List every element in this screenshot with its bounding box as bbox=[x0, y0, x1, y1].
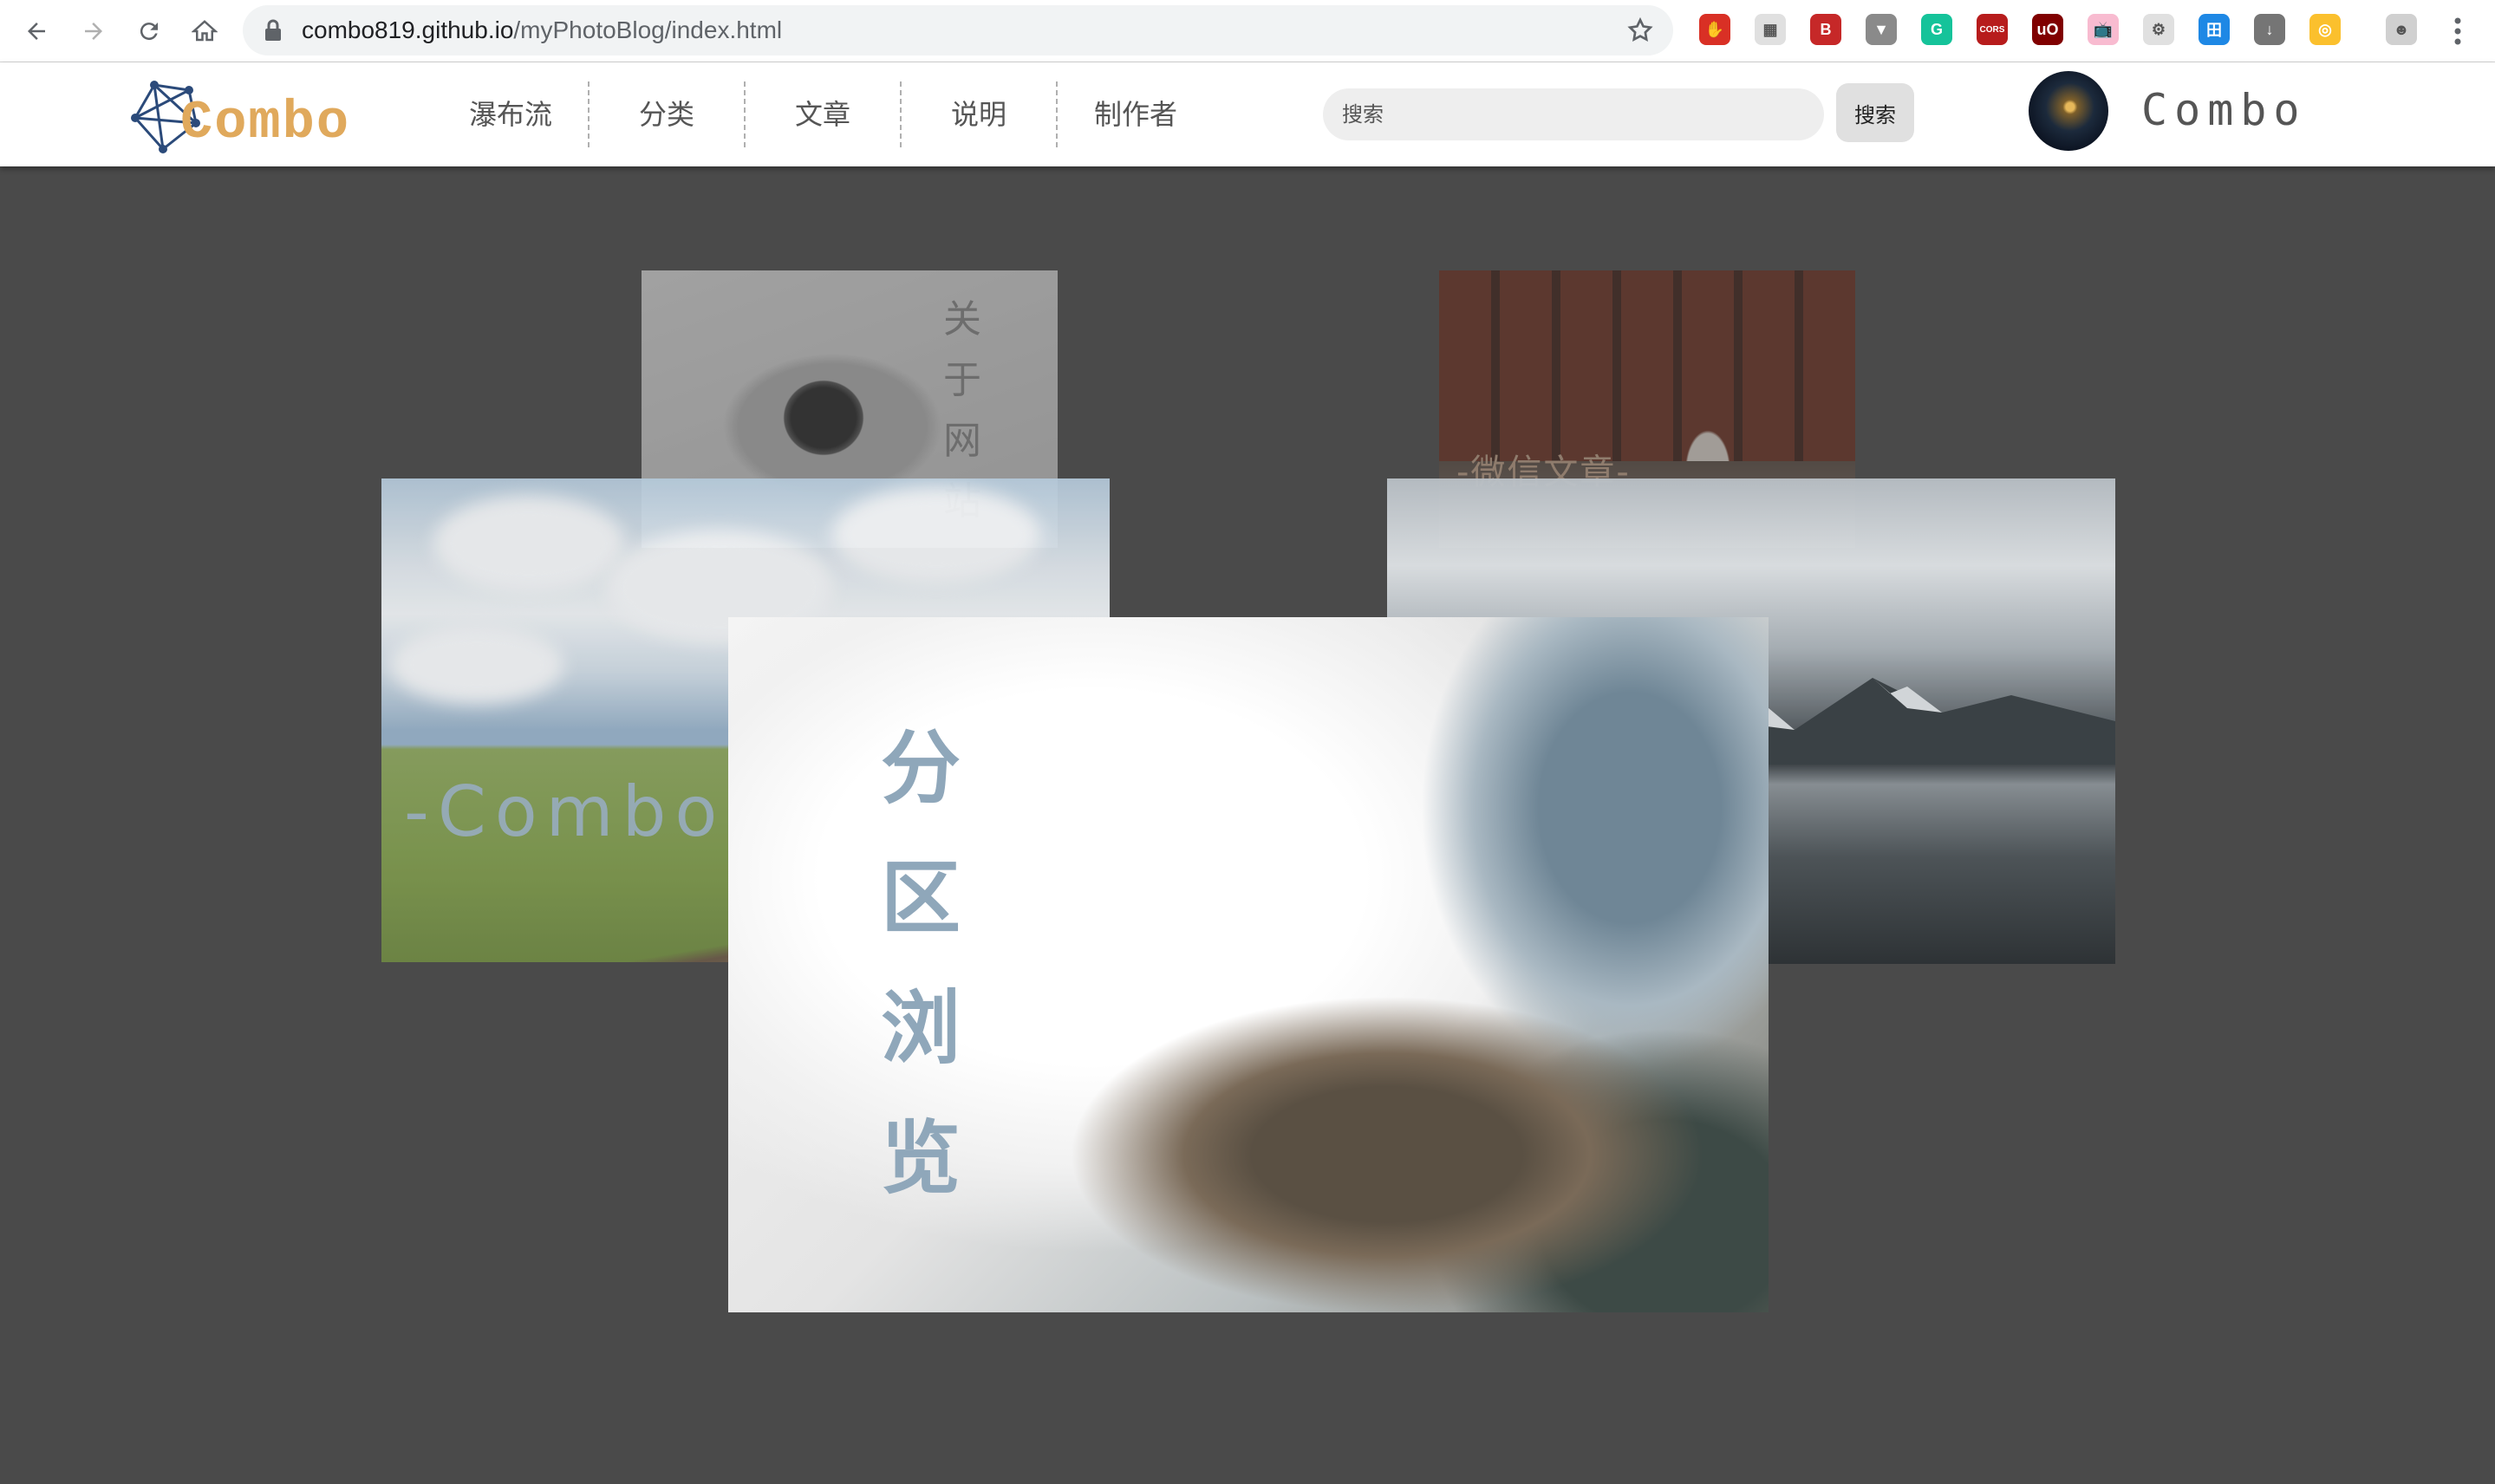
site-logo[interactable]: Combo bbox=[128, 75, 349, 158]
browser-menu-icon[interactable] bbox=[2445, 12, 2471, 50]
nav-author[interactable]: 制作者 bbox=[1058, 81, 1214, 147]
address-bar[interactable]: combo819.github.io/myPhotoBlog/index.htm… bbox=[243, 5, 1673, 55]
reload-button[interactable] bbox=[130, 12, 168, 50]
b-extension-icon[interactable]: B bbox=[1810, 14, 1841, 45]
nav-waterfall[interactable]: 瀑布流 bbox=[433, 81, 590, 147]
stop-hand-extension-icon[interactable]: ✋ bbox=[1699, 14, 1730, 45]
browser-toolbar: combo819.github.io/myPhotoBlog/index.htm… bbox=[0, 0, 2495, 62]
qr-extension-icon[interactable]: ▦ bbox=[1755, 14, 1786, 45]
main-nav: 瀑布流 分类 文章 说明 制作者 bbox=[433, 81, 1214, 147]
logo-text: Combo bbox=[180, 92, 351, 153]
cloud-shape bbox=[433, 496, 624, 591]
avatar[interactable] bbox=[2029, 71, 2108, 151]
profile-extension-icon[interactable]: ☻ bbox=[2386, 14, 2417, 45]
site-header: Combo 瀑布流 分类 文章 说明 制作者 搜索 Combo bbox=[0, 62, 2495, 166]
ublock-extension-icon[interactable]: uO bbox=[2032, 14, 2063, 45]
meadow-card-label: -Combo- bbox=[404, 771, 761, 852]
grammarly-extension-icon[interactable]: G bbox=[1921, 14, 1952, 45]
target-extension-icon[interactable]: ◎ bbox=[2309, 14, 2341, 45]
user-name[interactable]: Combo bbox=[2141, 85, 2307, 135]
forward-button[interactable] bbox=[75, 12, 113, 50]
home-icon bbox=[192, 20, 218, 42]
download-extension-icon[interactable]: ↓ bbox=[2254, 14, 2285, 45]
url-text: combo819.github.io/myPhotoBlog/index.htm… bbox=[302, 5, 782, 55]
grid-extension-icon[interactable]: 田 bbox=[2199, 14, 2230, 45]
forward-arrow-icon bbox=[85, 23, 102, 40]
cloud-shape bbox=[832, 487, 1040, 583]
back-arrow-icon bbox=[28, 23, 45, 40]
cloud-shape bbox=[390, 626, 563, 704]
url-host: combo819.github.io bbox=[302, 16, 514, 43]
url-path: /myPhotoBlog/index.html bbox=[513, 16, 783, 43]
cors-extension-icon[interactable]: CORS bbox=[1977, 14, 2008, 45]
vue-devtools-extension-icon[interactable]: ▼ bbox=[1866, 14, 1897, 45]
gear-extension-icon[interactable]: ⚙ bbox=[2143, 14, 2174, 45]
nav-category[interactable]: 分类 bbox=[590, 81, 746, 147]
main-card-title: 分区浏览 bbox=[881, 722, 961, 1205]
search-button[interactable]: 搜索 bbox=[1836, 83, 1914, 142]
lock-icon bbox=[265, 19, 281, 41]
search-input[interactable] bbox=[1323, 88, 1824, 140]
tv-extension-icon[interactable]: 📺 bbox=[2088, 14, 2119, 45]
bookmark-star-icon[interactable] bbox=[1626, 16, 1654, 44]
carousel-card-main[interactable]: 分区浏览 bbox=[728, 617, 1769, 1312]
nav-about[interactable]: 说明 bbox=[902, 81, 1058, 147]
home-button[interactable] bbox=[186, 12, 224, 50]
reload-icon bbox=[140, 23, 158, 41]
back-button[interactable] bbox=[17, 12, 55, 50]
nav-articles[interactable]: 文章 bbox=[746, 81, 902, 147]
